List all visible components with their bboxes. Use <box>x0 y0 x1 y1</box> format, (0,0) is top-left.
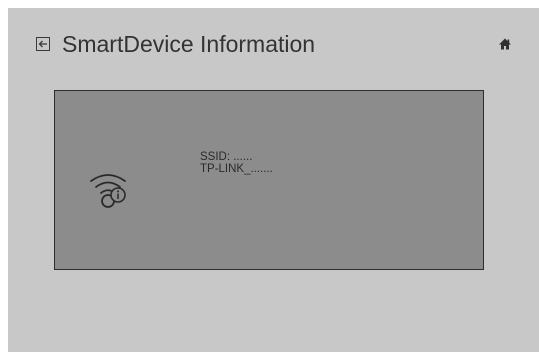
screen: SmartDevice Information SSID: ...... TP-… <box>8 8 539 352</box>
home-icon <box>499 38 511 50</box>
wifi-info-icon <box>90 174 126 208</box>
back-button[interactable] <box>36 37 50 51</box>
home-button[interactable] <box>498 37 512 51</box>
header: SmartDevice Information <box>8 8 539 80</box>
page-title: SmartDevice Information <box>62 31 316 57</box>
device-info-card: SSID: ...... TP-LINK_....... <box>54 90 484 270</box>
device-info-text: SSID: ...... TP-LINK_....... <box>200 151 273 175</box>
ssid-line: SSID: ...... <box>200 151 253 163</box>
back-arrow-icon <box>38 40 47 48</box>
network-name-line: TP-LINK_....... <box>200 163 273 175</box>
